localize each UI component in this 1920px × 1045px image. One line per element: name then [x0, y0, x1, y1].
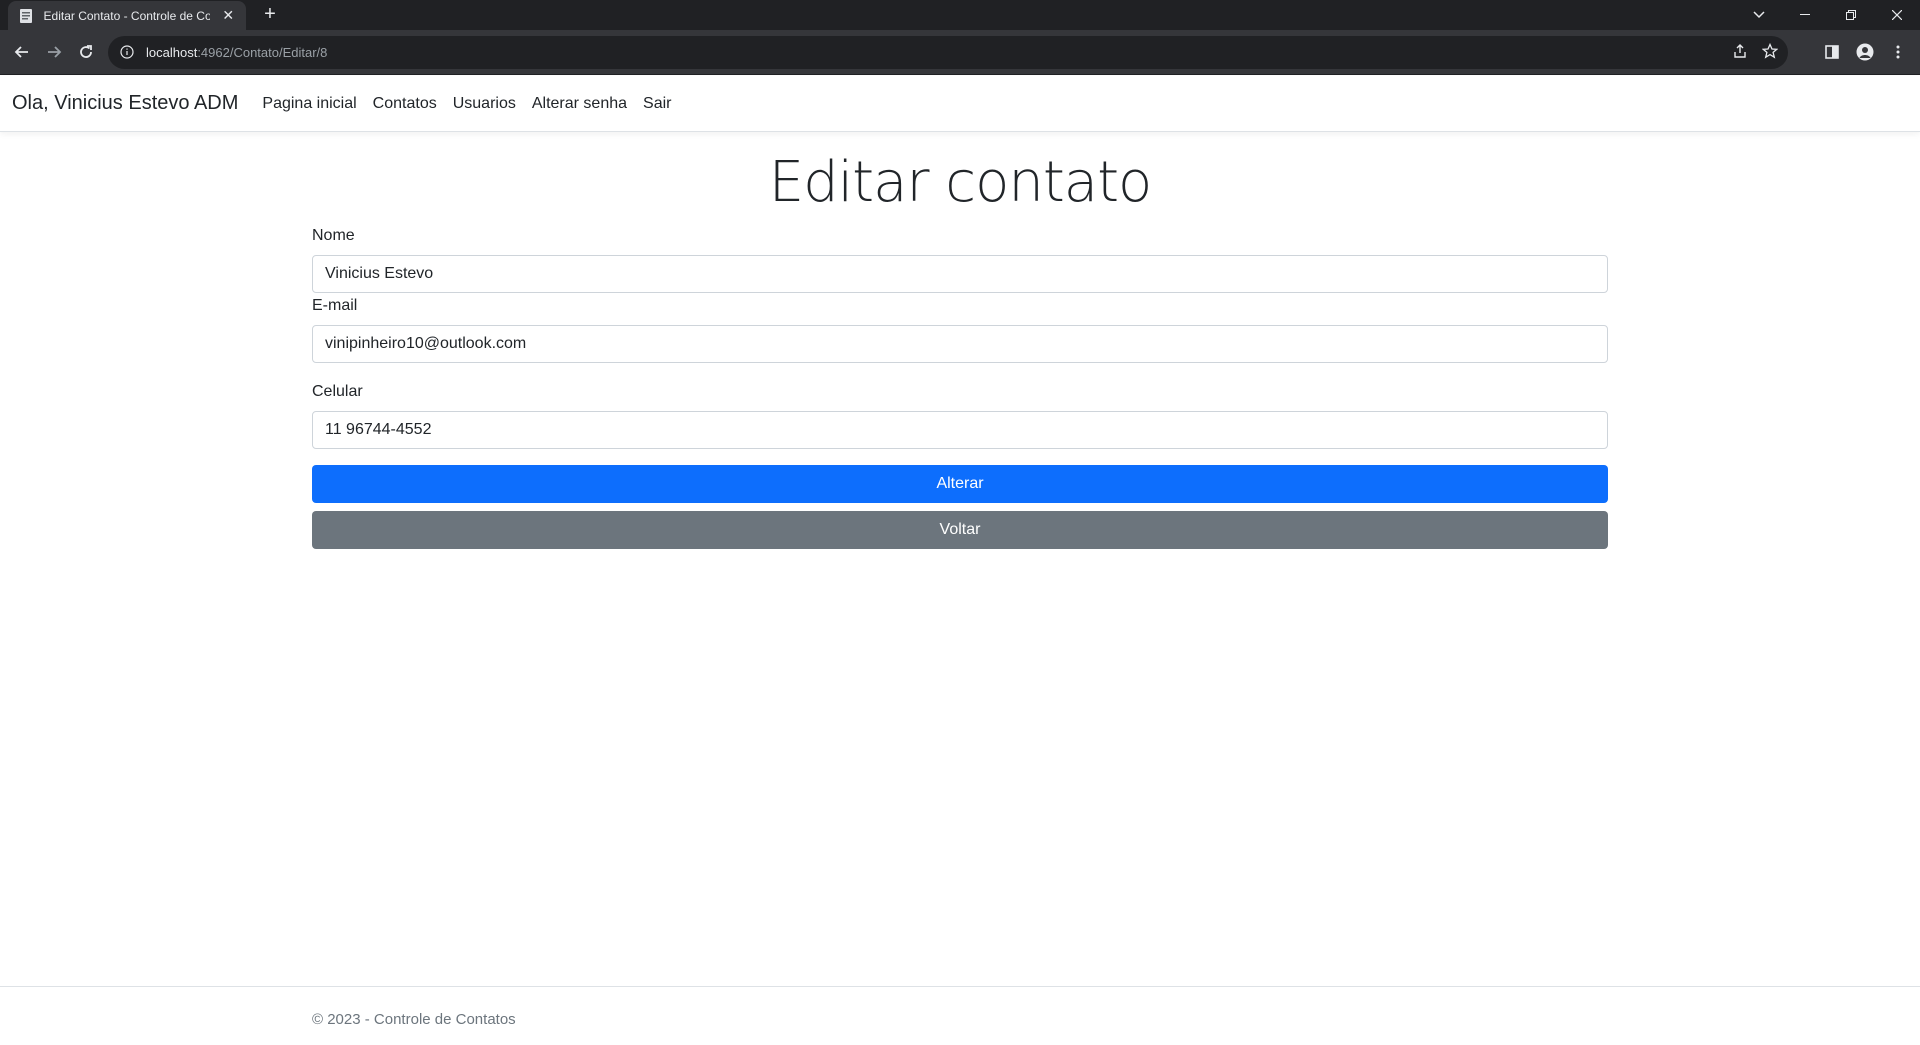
browser-tab[interactable]: Editar Contato - Controle de Contatos ✕ — [8, 1, 246, 30]
forward-arrow-icon[interactable] — [42, 40, 66, 64]
nav-link-contatos[interactable]: Contatos — [373, 95, 437, 113]
minimize-icon[interactable] — [1782, 0, 1828, 30]
footer-copyright: © 2023 - Controle de Contatos — [312, 1011, 516, 1028]
url-path: :4962/Contato/Editar/8 — [197, 45, 328, 60]
nome-input[interactable] — [312, 255, 1608, 293]
site-info-icon[interactable] — [120, 44, 136, 61]
restore-icon[interactable] — [1828, 0, 1874, 30]
reload-icon[interactable] — [74, 40, 98, 64]
browser-tab-bar: Editar Contato - Controle de Contatos ✕ … — [0, 0, 1920, 30]
side-panel-icon[interactable] — [1820, 40, 1844, 64]
menu-kebab-icon[interactable] — [1886, 40, 1910, 64]
email-label: E-mail — [312, 297, 358, 314]
tab-title: Editar Contato - Controle de Contatos — [43, 8, 211, 23]
nav-link-alterar-senha[interactable]: Alterar senha — [532, 95, 627, 113]
nome-label: Nome — [312, 227, 355, 244]
browser-toolbar: localhost:4962/Contato/Editar/8 — [0, 30, 1920, 75]
new-tab-icon[interactable]: + — [258, 4, 282, 26]
nav-link-usuarios[interactable]: Usuarios — [453, 95, 516, 113]
share-icon[interactable] — [1732, 43, 1748, 64]
celular-input[interactable] — [312, 411, 1608, 449]
celular-label: Celular — [312, 383, 363, 400]
back-arrow-icon[interactable] — [10, 40, 34, 64]
navbar-brand[interactable]: Ola, Vinicius Estevo ADM — [12, 92, 238, 115]
nav-link-sair[interactable]: Sair — [643, 95, 671, 113]
profile-avatar-icon[interactable] — [1853, 40, 1877, 64]
window-controls — [1736, 0, 1920, 30]
page-footer: © 2023 - Controle de Contatos — [0, 986, 1920, 1045]
address-bar-actions — [1732, 42, 1779, 64]
bookmark-star-icon[interactable] — [1761, 42, 1779, 64]
voltar-button[interactable]: Voltar — [312, 511, 1608, 549]
tab-search-icon[interactable] — [1736, 0, 1782, 30]
nav-link-pagina-inicial[interactable]: Pagina inicial — [262, 95, 356, 113]
app-navbar: Ola, Vinicius Estevo ADM Pagina inicial … — [0, 76, 1920, 132]
close-window-icon[interactable] — [1874, 0, 1920, 30]
page-title: Editar contato — [768, 150, 1153, 215]
close-tab-icon[interactable]: ✕ — [220, 7, 236, 24]
alterar-button[interactable]: Alterar — [312, 465, 1608, 503]
address-bar[interactable]: localhost:4962/Contato/Editar/8 — [108, 36, 1788, 69]
page-icon — [18, 8, 34, 24]
url-host: localhost — [146, 45, 198, 60]
email-input[interactable] — [312, 325, 1608, 363]
